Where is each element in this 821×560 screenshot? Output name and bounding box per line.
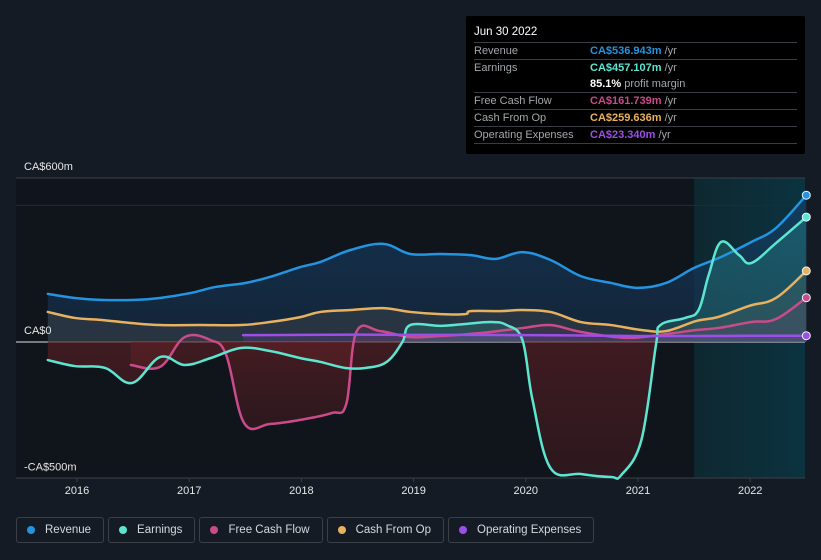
legend-label: Revenue xyxy=(45,524,92,536)
tooltip-value: CA$536.943m xyxy=(590,45,662,57)
tooltip-row-free-cash-flow: Free Cash Flow CA$161.739m /yr xyxy=(474,93,797,110)
tooltip-unit: /yr xyxy=(664,95,677,107)
legend: Revenue Earnings Free Cash Flow Cash Fro… xyxy=(16,517,595,543)
x-tick-label: 2019 xyxy=(401,485,425,497)
revenue-end-point xyxy=(801,190,811,200)
tooltip-date: Jun 30 2022 xyxy=(474,24,797,43)
tooltip-unit: /yr xyxy=(664,45,677,57)
operating-expenses-line xyxy=(241,333,808,338)
tooltip-value: 85.1% xyxy=(590,78,622,90)
tooltip-unit: profit margin xyxy=(624,78,686,90)
legend-item-earnings[interactable]: Earnings xyxy=(108,517,196,543)
tooltip-label: Cash From Op xyxy=(474,112,547,124)
legend-item-cash-from-op[interactable]: Cash From Op xyxy=(326,517,445,543)
tooltip-value: CA$23.340m xyxy=(590,129,656,141)
tooltip-value: CA$259.636m xyxy=(590,112,662,124)
tooltip-label xyxy=(474,76,590,92)
legend-item-free-cash-flow[interactable]: Free Cash Flow xyxy=(199,517,323,543)
tooltip-unit: /yr xyxy=(658,129,671,141)
cash-from-op-dot-icon xyxy=(337,526,346,534)
legend-label: Cash From Op xyxy=(355,524,432,536)
y-tick-label: CA$600m xyxy=(24,161,73,173)
x-tick-label: 2022 xyxy=(738,485,762,497)
tooltip-value: CA$161.739m xyxy=(590,95,662,107)
x-tick-label: 2020 xyxy=(514,485,538,497)
tooltip-row-operating-expenses: Operating Expenses CA$23.340m /yr xyxy=(474,127,797,144)
tooltip-label: Operating Expenses xyxy=(474,129,574,141)
free-cash-flow-dot-icon xyxy=(210,526,219,534)
free-cash-flow-end-point xyxy=(801,293,811,303)
tooltip: Jun 30 2022 Revenue CA$536.943m /yr Earn… xyxy=(466,16,805,154)
revenue-dot-icon xyxy=(27,526,35,534)
tooltip-row-cash-from-op: Cash From Op CA$259.636m /yr xyxy=(474,110,797,127)
tooltip-row-revenue: Revenue CA$536.943m /yr xyxy=(474,43,797,60)
y-tick-label: -CA$500m xyxy=(24,462,77,474)
tooltip-label: Revenue xyxy=(474,45,519,57)
x-tick-label: 2016 xyxy=(65,485,89,497)
operating-expenses-end-point xyxy=(801,331,811,341)
legend-label: Earnings xyxy=(137,524,183,536)
x-tick-label: 2017 xyxy=(177,485,201,497)
earnings-dot-icon xyxy=(119,526,128,534)
tooltip-unit: /yr xyxy=(664,112,677,124)
x-tick-label: 2021 xyxy=(626,485,650,497)
tooltip-unit: /yr xyxy=(664,62,677,74)
legend-item-revenue[interactable]: Revenue xyxy=(16,517,105,543)
operating-expenses-dot-icon xyxy=(459,526,468,534)
legend-item-operating-expenses[interactable]: Operating Expenses xyxy=(448,517,595,543)
tooltip-row-profit-margin: 85.1% profit margin xyxy=(474,76,797,93)
tooltip-row-earnings: Earnings CA$457.107m /yr xyxy=(474,60,797,76)
tooltip-value: CA$457.107m xyxy=(590,62,662,74)
cash-from-op-end-point xyxy=(801,266,811,276)
tooltip-label: Earnings xyxy=(474,62,518,74)
x-tick-label: 2018 xyxy=(289,485,313,497)
tooltip-label: Free Cash Flow xyxy=(474,95,552,107)
earnings-end-point xyxy=(801,212,811,222)
y-tick-label: CA$0 xyxy=(24,325,52,337)
legend-label: Operating Expenses xyxy=(477,524,582,536)
legend-label: Free Cash Flow xyxy=(228,524,310,536)
